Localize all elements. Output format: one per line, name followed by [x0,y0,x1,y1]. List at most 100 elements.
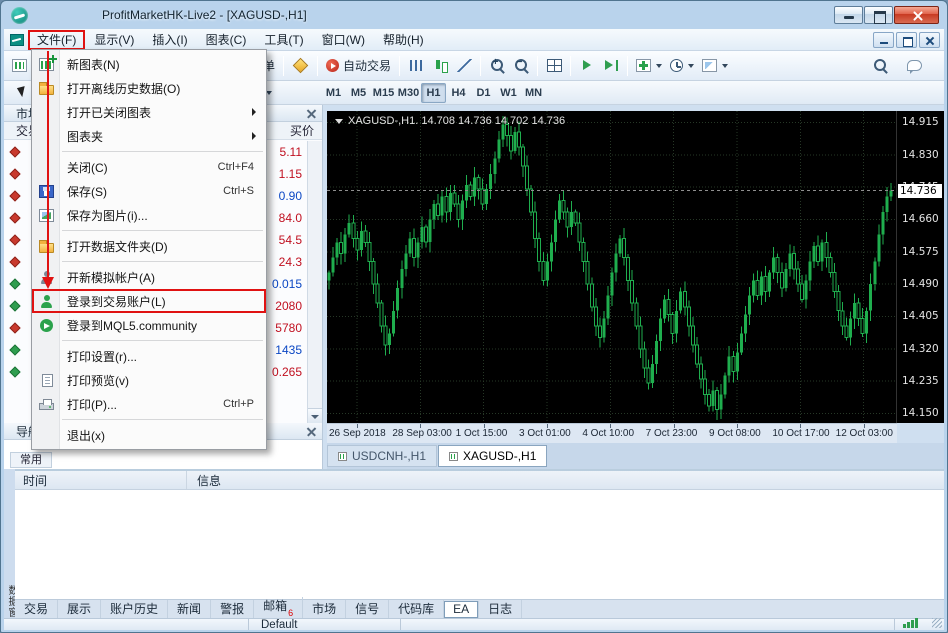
chart-line-button[interactable] [452,54,476,78]
templates-button[interactable] [698,54,732,78]
file-menu-item[interactable]: 打印设置(r)... [32,344,266,368]
column-buy[interactable]: 买价 [266,122,322,139]
terminal-tab[interactable]: 代码库 [389,600,444,618]
chart-restore-button[interactable] [896,32,917,48]
timeframe-h1[interactable]: H1 [421,83,446,103]
cursor-button[interactable] [8,81,32,105]
terminal-tab[interactable]: EA [444,601,479,618]
menu-separator [32,258,266,265]
chart-shift-button[interactable] [599,54,623,78]
status-profile[interactable]: Default [249,619,401,630]
file-menu-item[interactable]: 打印(P)...Ctrl+P [32,392,266,416]
timeframe-mn[interactable]: MN [521,83,546,103]
terminal-tab[interactable]: 日志 [479,600,522,618]
login-mql5-icon [40,319,53,332]
timeframe-h4[interactable]: H4 [446,83,471,103]
market-watch-close-icon[interactable] [306,108,317,119]
chart-candles-button[interactable] [428,54,452,78]
time-axis-tick [737,424,738,428]
toolbar-separator [627,56,628,76]
terminal-col-time[interactable]: 时间 [15,471,187,489]
zoom-in-button[interactable]: + [485,54,509,78]
chart-tab[interactable]: USDCNH-,H1 [327,445,437,467]
minimize-button[interactable] [834,6,863,24]
symbol-icon [9,322,20,333]
file-menu: 新图表(N)打开离线历史数据(O)打开已关闭图表图表夹关闭(C)Ctrl+F4保… [31,49,267,450]
terminal-tab[interactable]: 新闻 [168,600,211,618]
file-menu-item[interactable]: 打开已关闭图表 [32,100,266,124]
menubar-item[interactable]: 插入(I) [143,30,196,50]
menubar-item[interactable]: 图表(C) [197,30,256,50]
menubar-item[interactable]: 窗口(W) [313,30,374,50]
search-button[interactable] [868,54,892,78]
cursor-icon [13,86,28,99]
community-button[interactable] [902,54,926,78]
zoom-out-button[interactable]: − [509,54,533,78]
one-click-trading-icon[interactable] [335,119,343,124]
chart-tab[interactable]: XAGUSD-,H1 [438,445,547,467]
chart-minimize-button[interactable] [873,32,894,48]
toolbar-separator [317,56,318,76]
timeframe-m1[interactable]: M1 [321,83,346,103]
timeframe-w1[interactable]: W1 [496,83,521,103]
file-menu-item[interactable]: 打印预览(v) [32,368,266,392]
terminal-tab[interactable]: 账户历史 [101,600,168,618]
chart-close-button[interactable] [919,32,940,48]
time-axis[interactable]: 26 Sep 201828 Sep 03:001 Oct 15:003 Oct … [327,423,897,443]
timeframe-m15[interactable]: M15 [371,83,396,103]
file-menu-item[interactable]: 登录到MQL5.community [32,313,266,337]
file-menu-item[interactable]: 图表夹 [32,124,266,148]
price-axis[interactable]: 14.736 14.91514.83014.74514.66014.57514.… [896,111,944,423]
terminal-tab[interactable]: 信号 [346,600,389,618]
app-logo-icon[interactable] [11,7,28,24]
terminal-tab[interactable]: 交易 [15,600,58,618]
navigator-tab-common[interactable]: 常用 [10,452,52,468]
menu-item-label: 打印(P)... [67,396,117,413]
timeframe-d1[interactable]: D1 [471,83,496,103]
metaeditor-button[interactable] [288,54,313,78]
time-axis-label: 9 Oct 08:00 [709,428,761,439]
autotrading-button[interactable]: 自动交易 [322,54,395,78]
symbol-price: 1435 [275,343,307,357]
menu-item-label: 新图表(N) [67,56,120,73]
menubar-item[interactable]: 文件(F) [28,30,85,50]
terminal-col-message[interactable]: 信息 [187,471,944,489]
chart-bars-button[interactable] [404,54,428,78]
terminal-tab[interactable]: 展示 [58,600,101,618]
symbol-icon [9,212,20,223]
menubar-item[interactable]: 显示(V) [85,30,143,50]
tile-windows-button[interactable] [542,54,566,78]
file-menu-item[interactable]: 登录到交易账户(L) [32,289,266,313]
indicators-button[interactable] [632,54,666,78]
terminal-tab-label: 账户历史 [110,600,158,618]
timeframe-m30[interactable]: M30 [396,83,421,103]
chart-plot[interactable]: XAGUSD-,H1. 14.708 14.736 14.702 14.736 [327,111,897,423]
file-menu-item[interactable]: 开新模拟帐户(A) [32,265,266,289]
auto-scroll-button[interactable] [575,54,599,78]
symbol-price: 5780 [275,321,307,335]
file-menu-item[interactable]: 打开数据文件夹(D) [32,234,266,258]
menu-icon-gutter [32,185,60,198]
terminal-tab[interactable]: 警报 [211,600,254,618]
file-menu-item[interactable]: 退出(x) [32,423,266,447]
menubar-item[interactable]: 帮助(H) [374,30,433,50]
periods-button[interactable] [666,54,698,78]
market-watch-scrollbar[interactable] [307,141,322,423]
menubar-item[interactable]: 工具(T) [255,30,312,50]
title-bar[interactable]: ProfitMarketHK-Live2 - [XAGUSD-,H1] [5,3,943,29]
file-menu-item[interactable]: 新图表(N) [32,52,266,76]
chart-window-icon[interactable] [10,34,24,46]
terminal-tab[interactable]: 市场 [303,600,346,618]
scroll-down-icon[interactable] [308,408,322,423]
dropdown-caret-icon [722,64,728,68]
navigator-close-icon[interactable] [306,426,317,437]
file-menu-item[interactable]: 保存为图片(i)... [32,203,266,227]
maximize-button[interactable] [864,6,893,24]
file-menu-item[interactable]: 关闭(C)Ctrl+F4 [32,155,266,179]
file-menu-item[interactable]: 打开离线历史数据(O) [32,76,266,100]
toolbar-separator [570,56,571,76]
time-axis-tick [484,424,485,428]
close-button[interactable] [894,6,939,24]
file-menu-item[interactable]: 保存(S)Ctrl+S [32,179,266,203]
timeframe-m5[interactable]: M5 [346,83,371,103]
